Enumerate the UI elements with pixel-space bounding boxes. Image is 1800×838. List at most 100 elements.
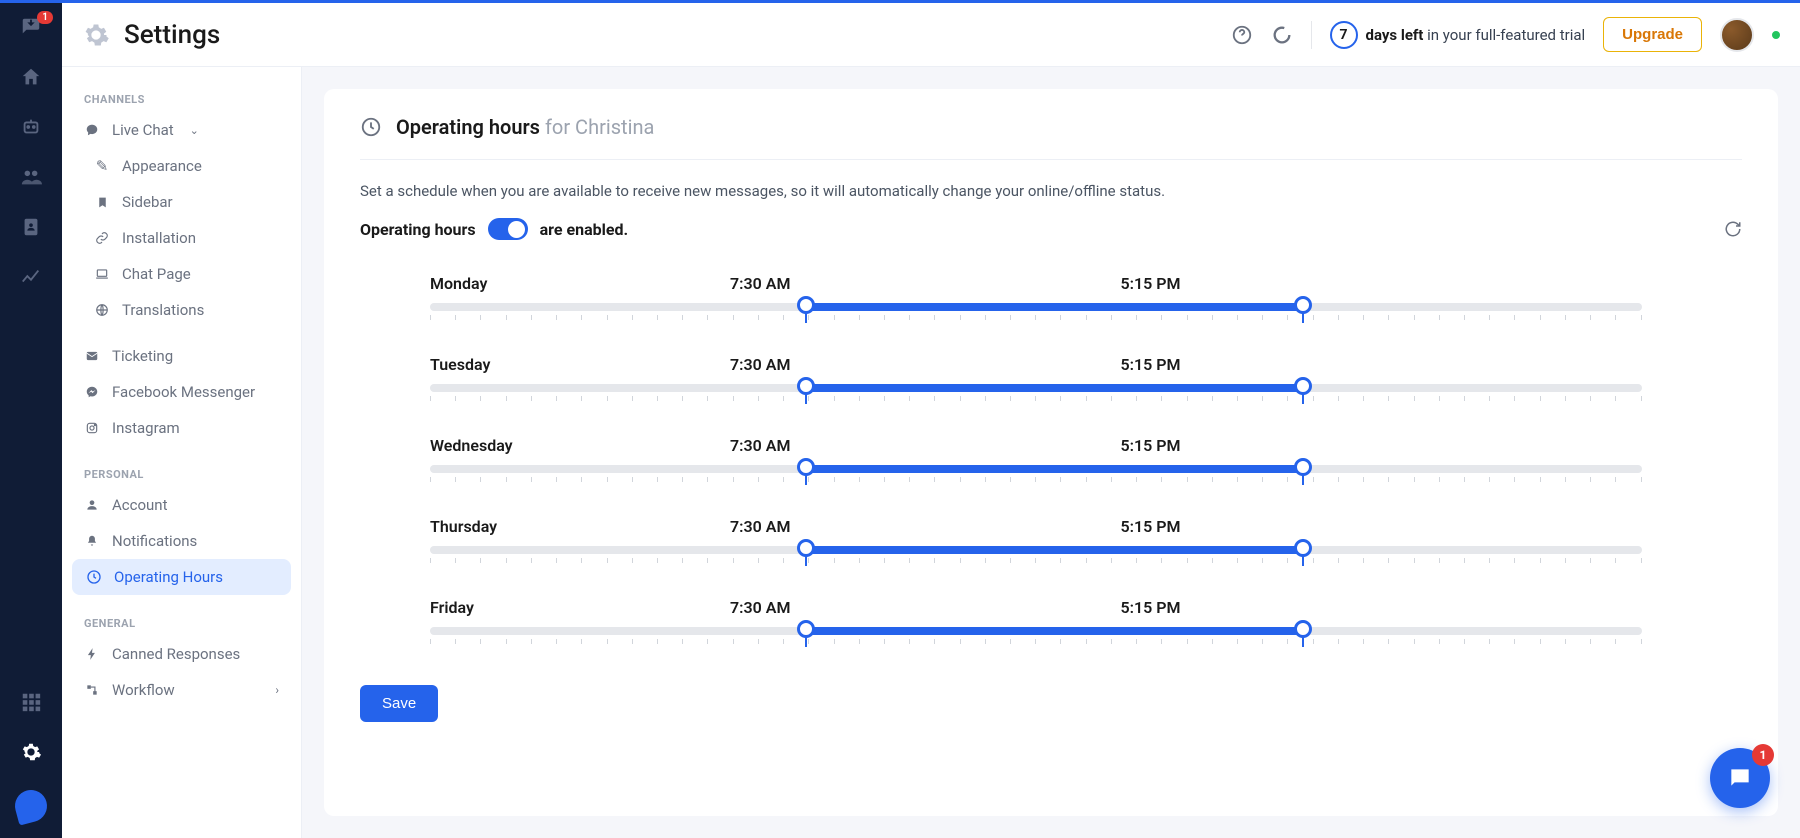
slider-handle-end[interactable] [1294,458,1312,476]
day-row: Thursday7:30 AM5:15 PM [430,517,1642,554]
sidebar-item-sidebar[interactable]: Sidebar [62,184,301,220]
day-name: Wednesday [430,436,670,455]
sidebar-item-instagram[interactable]: Instagram [62,410,301,446]
slider-handle-end[interactable] [1294,296,1312,314]
slider-handle-end[interactable] [1294,377,1312,395]
schedule-list: Monday 7:30 AM 5:15 PM Tuesday 7:30 AM 5:15 P… [360,274,1742,635]
globe-icon [94,302,110,318]
day-name: Thursday [430,517,670,536]
progress-icon[interactable] [1271,24,1293,46]
slider-handle-start[interactable] [797,377,815,395]
status-indicator [1772,31,1780,39]
sidebar-item-workflow[interactable]: Workflow› [62,672,301,708]
slider-handle-start[interactable] [797,458,815,476]
sidebar-item-cannedresponses[interactable]: Canned Responses [62,636,301,672]
trial-info: 7 days left in your full-featured trial [1330,21,1586,49]
chevron-right-icon: › [275,683,279,697]
topbar: Settings 7 days left in your full-featur… [62,3,1800,67]
page-title: Settings [124,20,220,50]
end-time: 5:15 PM [1120,517,1180,536]
slider-handle-end[interactable] [1294,620,1312,638]
clock-icon [360,116,382,138]
card-title: Operating hours for Christina [396,115,654,139]
time-range-slider[interactable] [430,627,1642,635]
chat-badge: 1 [1752,744,1774,766]
settings-icon[interactable] [19,740,43,764]
sidebar-item-operatinghours[interactable]: Operating Hours [72,559,291,595]
start-time: 7:30 AM [730,274,790,293]
laptop-icon [94,266,110,282]
pencil-icon: ✎ [94,158,110,174]
bolt-icon [84,646,100,662]
time-range-slider[interactable] [430,303,1642,311]
clock-icon [86,569,102,585]
chat-icon [84,122,100,138]
sidebar-item-translations[interactable]: Translations [62,292,301,328]
time-range-slider[interactable] [430,546,1642,554]
sidebar-item-notifications[interactable]: Notifications [62,523,301,559]
slider-handle-start[interactable] [797,296,815,314]
sidebar-item-chatpage[interactable]: Chat Page [62,256,301,292]
inbox-badge: 1 [37,11,53,24]
time-range-slider[interactable] [430,465,1642,473]
instagram-icon [84,420,100,436]
slider-handle-start[interactable] [797,620,815,638]
day-name: Friday [430,598,670,617]
settings-sidebar: CHANNELS Live Chat ⌄ ✎Appearance Sidebar… [62,67,302,838]
brand-icon[interactable] [11,786,50,825]
operating-hours-card: Operating hours for Christina Set a sche… [324,89,1778,816]
refresh-icon[interactable] [1724,220,1742,238]
apps-icon[interactable] [19,690,43,714]
inbox-icon[interactable]: 1 [19,15,43,39]
chevron-down-icon: ⌄ [190,124,199,137]
section-channels: CHANNELS [62,85,301,112]
end-time: 5:15 PM [1120,598,1180,617]
content-area: Operating hours for Christina Set a sche… [302,67,1800,838]
card-description: Set a schedule when you are available to… [360,182,1742,200]
start-time: 7:30 AM [730,355,790,374]
upgrade-button[interactable]: Upgrade [1603,17,1702,52]
chat-icon [1727,765,1753,791]
time-range-slider[interactable] [430,384,1642,392]
gear-icon [82,21,110,49]
save-button[interactable]: Save [360,685,438,722]
day-name: Tuesday [430,355,670,374]
start-time: 7:30 AM [730,436,790,455]
workflow-icon [84,682,100,698]
day-name: Monday [430,274,670,293]
help-icon[interactable] [1231,24,1253,46]
day-row: Wednesday7:30 AM5:15 PM [430,436,1642,473]
bell-icon [84,533,100,549]
sidebar-item-ticketing[interactable]: Ticketing [62,338,301,374]
slider-handle-start[interactable] [797,539,815,557]
operating-hours-toggle[interactable] [488,218,528,240]
analytics-icon[interactable] [19,265,43,289]
sidebar-item-fbmessenger[interactable]: Facebook Messenger [62,374,301,410]
person-icon [84,497,100,513]
sidebar-item-livechat[interactable]: Live Chat ⌄ [62,112,301,148]
bookmark-icon [94,194,110,210]
contacts-icon[interactable] [19,215,43,239]
end-time: 5:15 PM [1120,274,1180,293]
sidebar-item-installation[interactable]: Installation [62,220,301,256]
nav-rail: 1 [0,3,62,838]
day-row: Monday 7:30 AM 5:15 PM [430,274,1642,311]
section-personal: PERSONAL [62,460,301,487]
sidebar-item-account[interactable]: Account [62,487,301,523]
trial-days-circle: 7 [1330,21,1358,49]
messenger-icon [84,384,100,400]
mail-icon [84,348,100,364]
end-time: 5:15 PM [1120,355,1180,374]
bot-icon[interactable] [19,115,43,139]
slider-handle-end[interactable] [1294,539,1312,557]
start-time: 7:30 AM [730,598,790,617]
floating-chat-button[interactable]: 1 [1710,748,1770,808]
separator [1311,21,1312,49]
link-icon [94,230,110,246]
sidebar-item-appearance[interactable]: ✎Appearance [62,148,301,184]
section-general: GENERAL [62,609,301,636]
people-icon[interactable] [19,165,43,189]
avatar[interactable] [1720,18,1754,52]
day-row: Tuesday 7:30 AM 5:15 PM [430,355,1642,392]
home-icon[interactable] [19,65,43,89]
